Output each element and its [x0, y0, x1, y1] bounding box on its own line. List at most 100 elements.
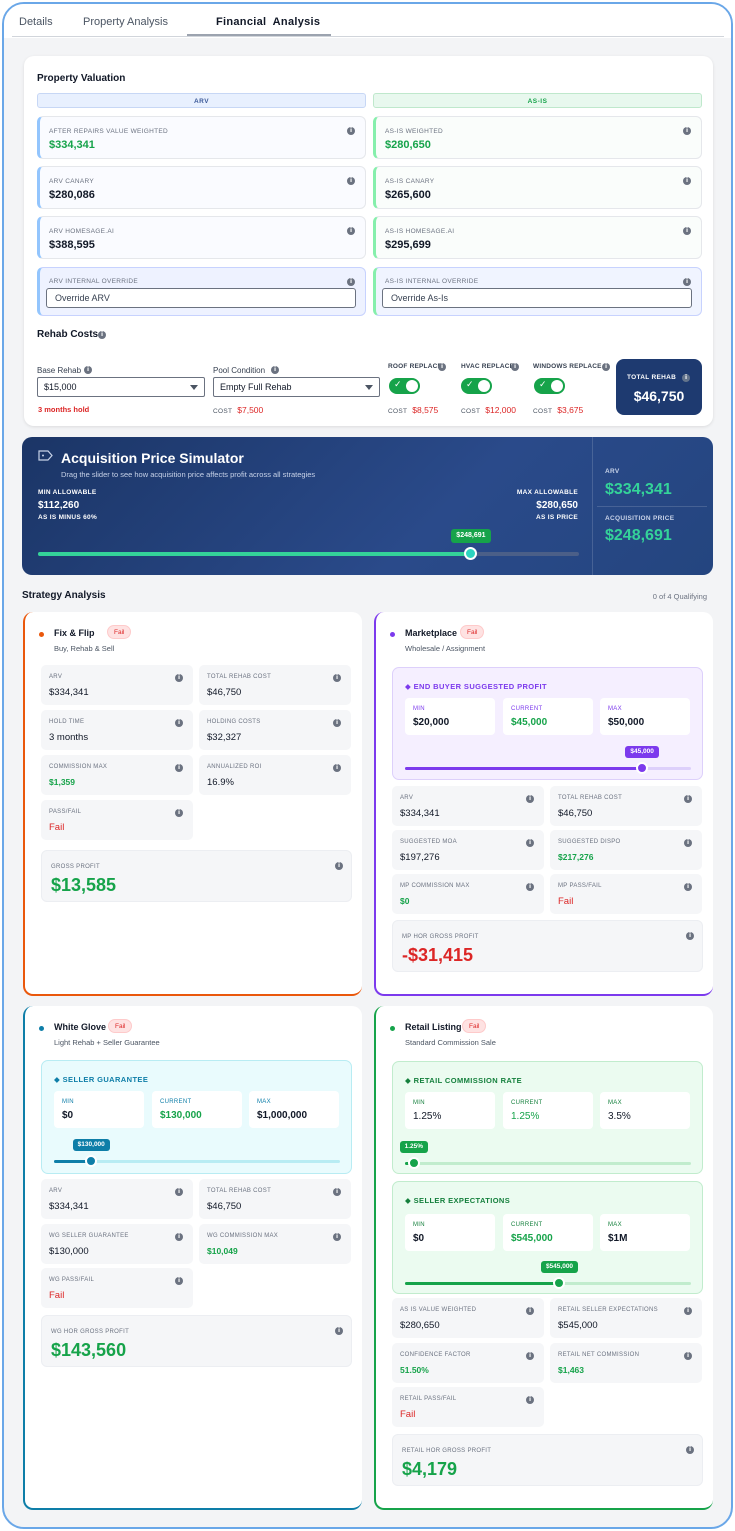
info-icon[interactable]: i	[175, 1233, 183, 1241]
asis-canary-value: $265,600	[385, 189, 431, 201]
asis-column-header: AS-IS	[373, 93, 702, 108]
info-icon[interactable]: i	[684, 839, 692, 847]
info-icon[interactable]: i	[84, 366, 92, 374]
asis-homesage-value: $295,699	[385, 239, 431, 251]
metric-box: RETAIL PASS/FAIL Fail i	[392, 1387, 544, 1427]
asis-weighted: AS-IS WEIGHTED $280,650 i	[373, 116, 702, 159]
tab-property-analysis[interactable]: Property Analysis	[83, 16, 168, 28]
info-icon[interactable]: i	[684, 883, 692, 891]
seller-expectations-slider-track[interactable]	[405, 1282, 691, 1285]
tab-financial-analysis[interactable]: Financial Analysis	[216, 16, 320, 28]
info-icon[interactable]: i	[333, 1188, 341, 1196]
slider-tooltip: 1.25%	[399, 1141, 429, 1153]
arv-column-header: ARV	[37, 93, 366, 108]
panel-title: ◆ SELLER EXPECTATIONS	[405, 1196, 511, 1205]
info-icon[interactable]: i	[526, 839, 534, 847]
info-icon[interactable]: i	[526, 795, 534, 803]
hvac-cost: COST $12,000	[461, 405, 516, 415]
info-icon[interactable]: i	[683, 227, 691, 235]
info-icon[interactable]: i	[175, 764, 183, 772]
info-icon[interactable]: i	[175, 1277, 183, 1285]
metric-box: WG COMMISSION MAX $10,049 i	[199, 1224, 351, 1264]
commission-rate-slider-handle[interactable]	[407, 1157, 420, 1169]
info-icon[interactable]: i	[333, 719, 341, 727]
cell-label: MAX	[608, 1100, 622, 1106]
cell-value: $0	[413, 1233, 425, 1244]
marketplace-name: Marketplace	[405, 628, 458, 638]
white-glove-desc: Light Rehab + Seller Guarantee	[54, 1038, 160, 1047]
asis-override-input[interactable]	[382, 288, 692, 308]
metric-box: WG SELLER GUARANTEE $130,000 i	[41, 1224, 193, 1264]
info-icon[interactable]: i	[526, 1396, 534, 1404]
info-icon[interactable]: i	[684, 1307, 692, 1315]
roof-replace-toggle[interactable]: ✓	[389, 378, 420, 394]
metric-label: HOLD TIME	[49, 719, 85, 725]
seller-guarantee-slider-handle[interactable]	[85, 1155, 98, 1167]
commission-rate-slider-track[interactable]	[405, 1162, 691, 1165]
arv-canary-label: ARV CANARY	[49, 178, 95, 185]
info-icon[interactable]: i	[686, 932, 694, 940]
metric-label: MP COMMISSION MAX	[400, 883, 470, 889]
metric-box: HOLDING COSTS $32,327 i	[199, 710, 351, 750]
info-icon[interactable]: i	[335, 1327, 343, 1335]
info-icon[interactable]: i	[347, 177, 355, 185]
pool-condition-value: Empty Full Rehab	[220, 382, 292, 392]
info-icon[interactable]: i	[333, 764, 341, 772]
retail-listing-card: Retail Listing Fail Standard Commission …	[374, 1006, 713, 1510]
info-icon[interactable]: i	[526, 1352, 534, 1360]
metric-label: MP PASS/FAIL	[558, 883, 602, 889]
fix-flip-card: Fix & Flip Fail Buy, Rehab & Sell ARV $33…	[23, 612, 362, 996]
windows-replace-toggle[interactable]: ✓	[534, 378, 565, 394]
arv-canary-value: $280,086	[49, 189, 95, 201]
asis-canary: AS-IS CANARY $265,600 i	[373, 166, 702, 209]
info-icon[interactable]: i	[333, 1233, 341, 1241]
info-icon[interactable]: i	[684, 795, 692, 803]
windows-replace-label: WINDOWS REPLACE	[533, 363, 602, 370]
arv-override-input[interactable]	[46, 288, 356, 308]
info-icon[interactable]: i	[682, 374, 690, 382]
info-icon[interactable]: i	[683, 127, 691, 135]
hvac-replace-toggle[interactable]: ✓	[461, 378, 492, 394]
info-icon[interactable]: i	[347, 278, 355, 286]
pool-condition-select[interactable]: Empty Full Rehab	[213, 377, 380, 397]
acquisition-slider-track[interactable]	[38, 552, 579, 556]
info-icon[interactable]: i	[347, 127, 355, 135]
info-icon[interactable]: i	[333, 674, 341, 682]
end-buyer-slider-handle[interactable]	[636, 762, 649, 774]
info-icon[interactable]: i	[175, 719, 183, 727]
info-icon[interactable]: i	[684, 1352, 692, 1360]
chevron-down-icon	[190, 385, 198, 390]
status-badge: Fail	[460, 625, 485, 639]
info-icon[interactable]: i	[683, 177, 691, 185]
hold-note: 3 months hold	[38, 405, 90, 414]
asis-override-box: AS-IS INTERNAL OVERRIDE i	[373, 267, 702, 316]
sim-arv-label: ARV	[605, 468, 620, 475]
sim-acq-value: $248,691	[605, 527, 672, 544]
tab-details[interactable]: Details	[19, 16, 53, 28]
info-icon[interactable]: i	[683, 278, 691, 286]
info-icon[interactable]: i	[98, 331, 106, 339]
status-badge: Fail	[107, 625, 132, 639]
acquisition-slider-tooltip: $248,691	[451, 529, 491, 543]
info-icon[interactable]: i	[438, 363, 446, 371]
end-buyer-slider-track[interactable]	[405, 767, 691, 770]
acquisition-slider-handle[interactable]	[464, 547, 478, 560]
info-icon[interactable]: i	[271, 366, 279, 374]
seller-expectations-slider-handle[interactable]	[553, 1277, 566, 1289]
info-icon[interactable]: i	[347, 227, 355, 235]
info-icon[interactable]: i	[175, 1188, 183, 1196]
cell-value: $1,000,000	[257, 1110, 308, 1121]
info-icon[interactable]: i	[526, 883, 534, 891]
arv-weighted: AFTER REPAIRS VALUE WEIGHTED $334,341 i	[37, 116, 366, 159]
valuation-title: Property Valuation	[37, 73, 126, 84]
info-icon[interactable]: i	[335, 862, 343, 870]
status-dot	[39, 1026, 44, 1031]
info-icon[interactable]: i	[175, 809, 183, 817]
base-rehab-select[interactable]: $15,000	[37, 377, 205, 397]
info-icon[interactable]: i	[175, 674, 183, 682]
info-icon[interactable]: i	[511, 363, 519, 371]
gross-profit-value: $4,179	[402, 1459, 458, 1479]
info-icon[interactable]: i	[526, 1307, 534, 1315]
info-icon[interactable]: i	[602, 363, 610, 371]
info-icon[interactable]: i	[686, 1446, 694, 1454]
